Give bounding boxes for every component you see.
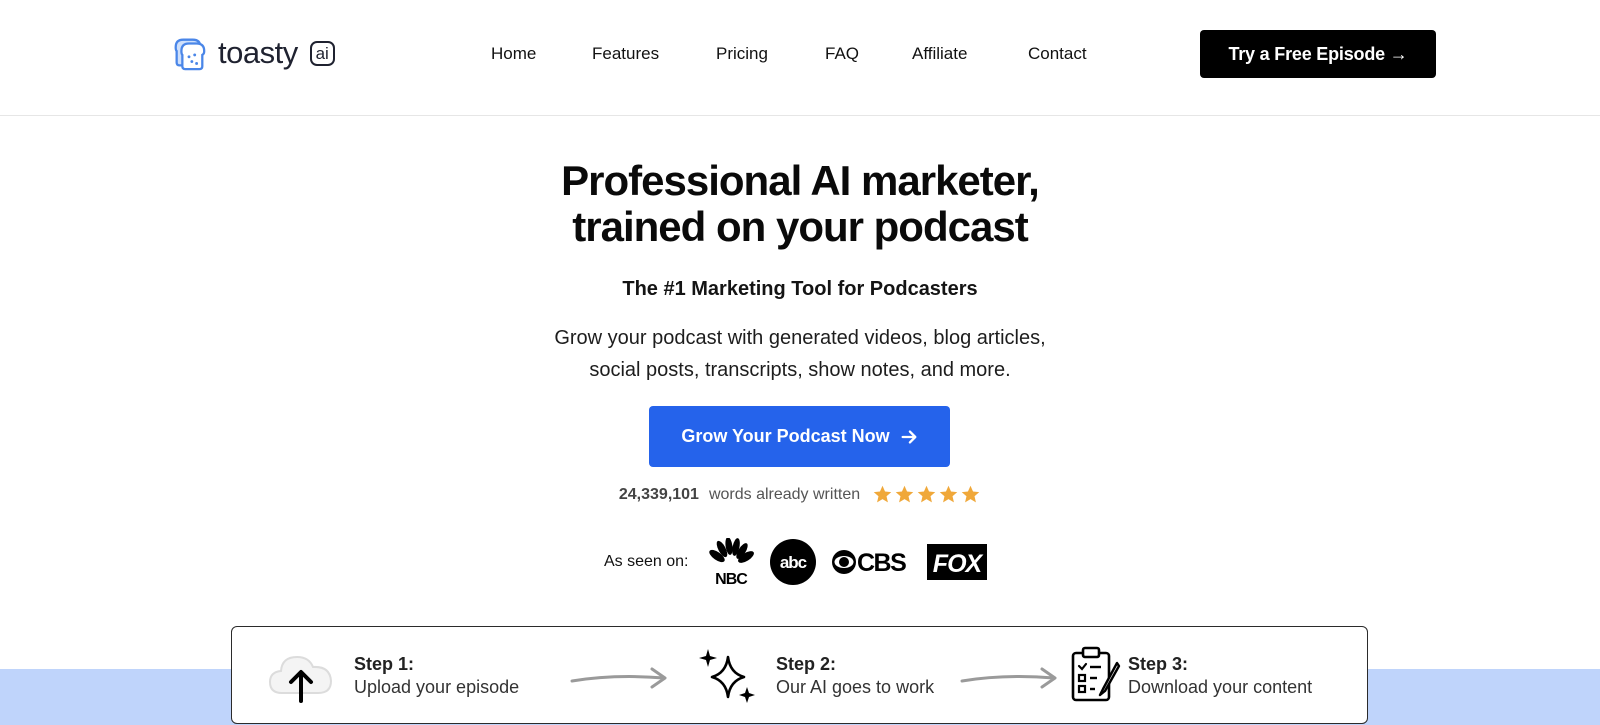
nav-affiliate[interactable]: Affiliate bbox=[912, 44, 967, 64]
nbc-logo: NBC bbox=[708, 538, 754, 586]
step-1: Step 1: Upload your episode bbox=[354, 653, 519, 699]
arrow-right-icon bbox=[901, 429, 917, 444]
grow-podcast-button-label: Grow Your Podcast Now bbox=[681, 426, 890, 446]
sparkle-icon bbox=[699, 649, 755, 703]
arrow-right-icon bbox=[960, 667, 1057, 689]
try-free-episode-button[interactable]: Try a Free Episode → bbox=[1200, 30, 1436, 78]
star-icon bbox=[961, 485, 980, 503]
hero-subtitle: The #1 Marketing Tool for Podcasters bbox=[622, 278, 978, 300]
as-seen-on: As seen on: NBC abc CBS FOX bbox=[604, 538, 987, 586]
star-icon bbox=[917, 485, 936, 503]
step-2-title: Step 2: bbox=[776, 654, 837, 674]
steps-panel: Step 1: Upload your episode Step 2: Our … bbox=[231, 626, 1368, 724]
hero-title-line-2: trained on your podcast bbox=[572, 203, 1028, 250]
abc-logo: abc bbox=[769, 539, 816, 585]
hero-title: Professional AI marketer, trained on you… bbox=[0, 158, 1600, 250]
arrow-right-icon bbox=[570, 667, 667, 689]
nav-features[interactable]: Features bbox=[592, 44, 659, 64]
step-3-title: Step 3: bbox=[1128, 654, 1189, 674]
cbs-logo: CBS bbox=[831, 549, 907, 577]
nav-home[interactable]: Home bbox=[491, 44, 536, 64]
grow-podcast-button[interactable]: Grow Your Podcast Now bbox=[649, 406, 950, 467]
hero-title-line-1: Professional AI marketer, bbox=[561, 157, 1040, 204]
svg-text:FOX: FOX bbox=[932, 550, 983, 578]
star-icon bbox=[895, 485, 914, 503]
step-2-text: Our AI goes to work bbox=[776, 677, 935, 697]
words-count: 24,339,101 bbox=[618, 485, 699, 503]
svg-text:abc: abc bbox=[779, 553, 806, 572]
nav-contact[interactable]: Contact bbox=[1028, 44, 1087, 64]
nav-faq[interactable]: FAQ bbox=[825, 44, 859, 64]
nav-pricing[interactable]: Pricing bbox=[716, 44, 768, 64]
star-icon bbox=[873, 485, 892, 503]
star-icon bbox=[939, 485, 958, 503]
step-3: Step 3: Download your content bbox=[1128, 653, 1312, 699]
words-label: words already written bbox=[708, 485, 861, 503]
clipboard-checklist-icon bbox=[1071, 646, 1121, 702]
svg-text:NBC: NBC bbox=[715, 571, 748, 586]
step-3-text: Download your content bbox=[1128, 677, 1313, 697]
site-header: toasty ai Home Features Pricing FAQ Affi… bbox=[0, 0, 1600, 116]
cloud-upload-icon bbox=[268, 655, 333, 703]
step-1-text: Upload your episode bbox=[354, 677, 520, 697]
hero-description-line-2: social posts, transcripts, show notes, a… bbox=[589, 359, 1011, 381]
hero-description-line-1: Grow your podcast with generated videos,… bbox=[554, 327, 1046, 349]
svg-text:CBS: CBS bbox=[857, 549, 906, 577]
hero-description: Grow your podcast with generated videos,… bbox=[0, 322, 1600, 386]
as-seen-on-label: As seen on: bbox=[604, 553, 689, 570]
words-written-stats: 24,339,101 words already written bbox=[0, 484, 1600, 505]
rating-stars bbox=[872, 484, 981, 505]
fox-logo: FOX bbox=[926, 544, 987, 580]
step-2: Step 2: Our AI goes to work bbox=[776, 653, 934, 699]
step-1-title: Step 1: bbox=[354, 654, 415, 674]
